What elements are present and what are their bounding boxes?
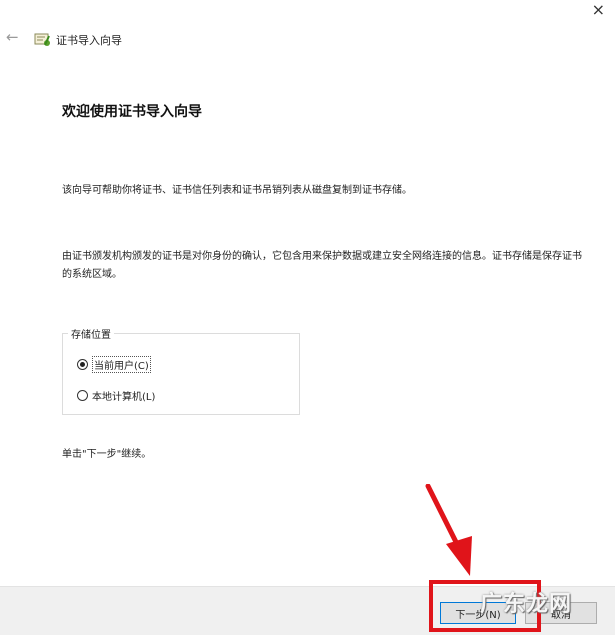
store-location-legend: 存储位置 (68, 326, 114, 341)
radio-label-current-user[interactable]: 当前用户(C) (92, 356, 151, 373)
description-paragraph: 由证书颁发机构颁发的证书是对你身份的确认，它包含用来保护数据或建立安全网络连接的… (62, 251, 582, 280)
back-arrow-icon[interactable]: ← (6, 28, 19, 46)
red-arrow-annotation (425, 484, 472, 576)
radio-button-unchecked[interactable] (77, 390, 88, 401)
certificate-icon (34, 33, 50, 46)
wizard-title: 证书导入向导 (56, 34, 122, 47)
radio-local-machine[interactable]: 本地计算机(L) (77, 388, 155, 403)
continue-hint: 单击"下一步"继续。 (62, 449, 152, 460)
intro-paragraph: 该向导可帮助你将证书、证书信任列表和证书吊销列表从磁盘复制到证书存储。 (62, 185, 412, 196)
watermark-logo: 广东龙网 (480, 592, 573, 617)
close-icon[interactable]: × (592, 0, 605, 19)
radio-label-local-machine[interactable]: 本地计算机(L) (92, 388, 155, 403)
radio-current-user[interactable]: 当前用户(C) (77, 356, 151, 373)
title-bar: × (0, 0, 615, 24)
wizard-header: ← 证书导入向导 (0, 28, 615, 52)
page-heading: 欢迎使用证书导入向导 (62, 104, 202, 120)
radio-button-checked[interactable] (77, 359, 88, 370)
